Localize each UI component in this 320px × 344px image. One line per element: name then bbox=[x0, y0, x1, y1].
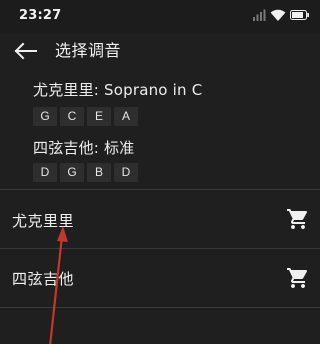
tuning-selection-screen: 23:27 选择调音 尤克里里: Soprano in C G C E A 四弦… bbox=[0, 0, 320, 344]
arrow-left-icon bbox=[14, 42, 37, 60]
note-chip: G bbox=[60, 163, 84, 182]
signal-icon bbox=[253, 9, 266, 21]
shopping-cart-icon bbox=[287, 209, 308, 229]
instrument-label: 尤克里里 bbox=[12, 212, 75, 230]
note-chips: G C E A bbox=[33, 107, 138, 126]
note-chips: D G B D bbox=[33, 163, 138, 182]
note-chip: A bbox=[114, 107, 138, 126]
instrument-label: 四弦吉他 bbox=[12, 270, 75, 288]
back-button[interactable] bbox=[12, 38, 42, 64]
note-chip: D bbox=[33, 163, 57, 182]
current-tunings: 尤克里里: Soprano in C G C E A 四弦吉他: 标准 D G … bbox=[0, 74, 320, 188]
divider bbox=[0, 307, 320, 308]
toolbar: 选择调音 bbox=[0, 34, 320, 74]
tuning-title: 四弦吉他: 标准 bbox=[33, 139, 135, 157]
status-bar: 23:27 bbox=[0, 0, 320, 34]
shop-button[interactable] bbox=[285, 266, 311, 290]
status-time: 23:27 bbox=[19, 8, 62, 23]
shop-button[interactable] bbox=[285, 207, 311, 231]
battery-icon bbox=[290, 10, 309, 20]
page-title: 选择调音 bbox=[55, 41, 122, 60]
note-chip: G bbox=[33, 107, 57, 126]
shopping-cart-icon bbox=[287, 268, 308, 288]
note-chip: E bbox=[87, 107, 111, 126]
note-chip: D bbox=[114, 163, 138, 182]
instrument-row-four-string-guitar[interactable]: 四弦吉他 bbox=[0, 249, 320, 307]
current-tuning-four-string-guitar[interactable]: 四弦吉他: 标准 D G B D bbox=[33, 137, 138, 182]
wifi-icon bbox=[270, 9, 286, 21]
current-tuning-ukulele[interactable]: 尤克里里: Soprano in C G C E A bbox=[33, 79, 203, 126]
instrument-row-ukulele[interactable]: 尤克里里 bbox=[0, 190, 320, 248]
note-chip: C bbox=[60, 107, 84, 126]
note-chip: B bbox=[87, 163, 111, 182]
tuning-title: 尤克里里: Soprano in C bbox=[33, 81, 203, 99]
